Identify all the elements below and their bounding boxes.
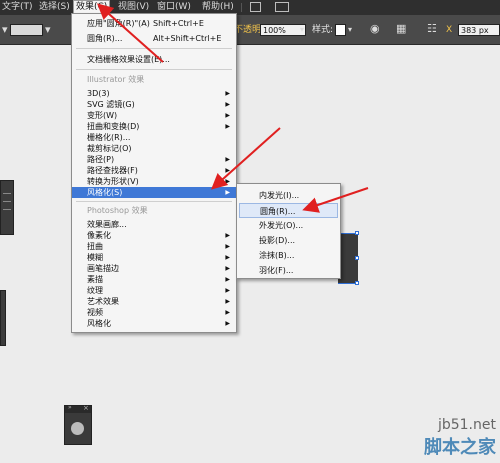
annotation-arrows [97,3,369,213]
watermark-site: jb51.net [437,417,496,433]
watermark-name: 脚本之家 [424,437,496,458]
watermark: jb51.net 脚本之家 [424,417,496,459]
arrow-to-effect-menu [97,3,164,63]
arrow-to-round-corners [302,187,369,213]
arrow-to-stylize [211,127,281,190]
